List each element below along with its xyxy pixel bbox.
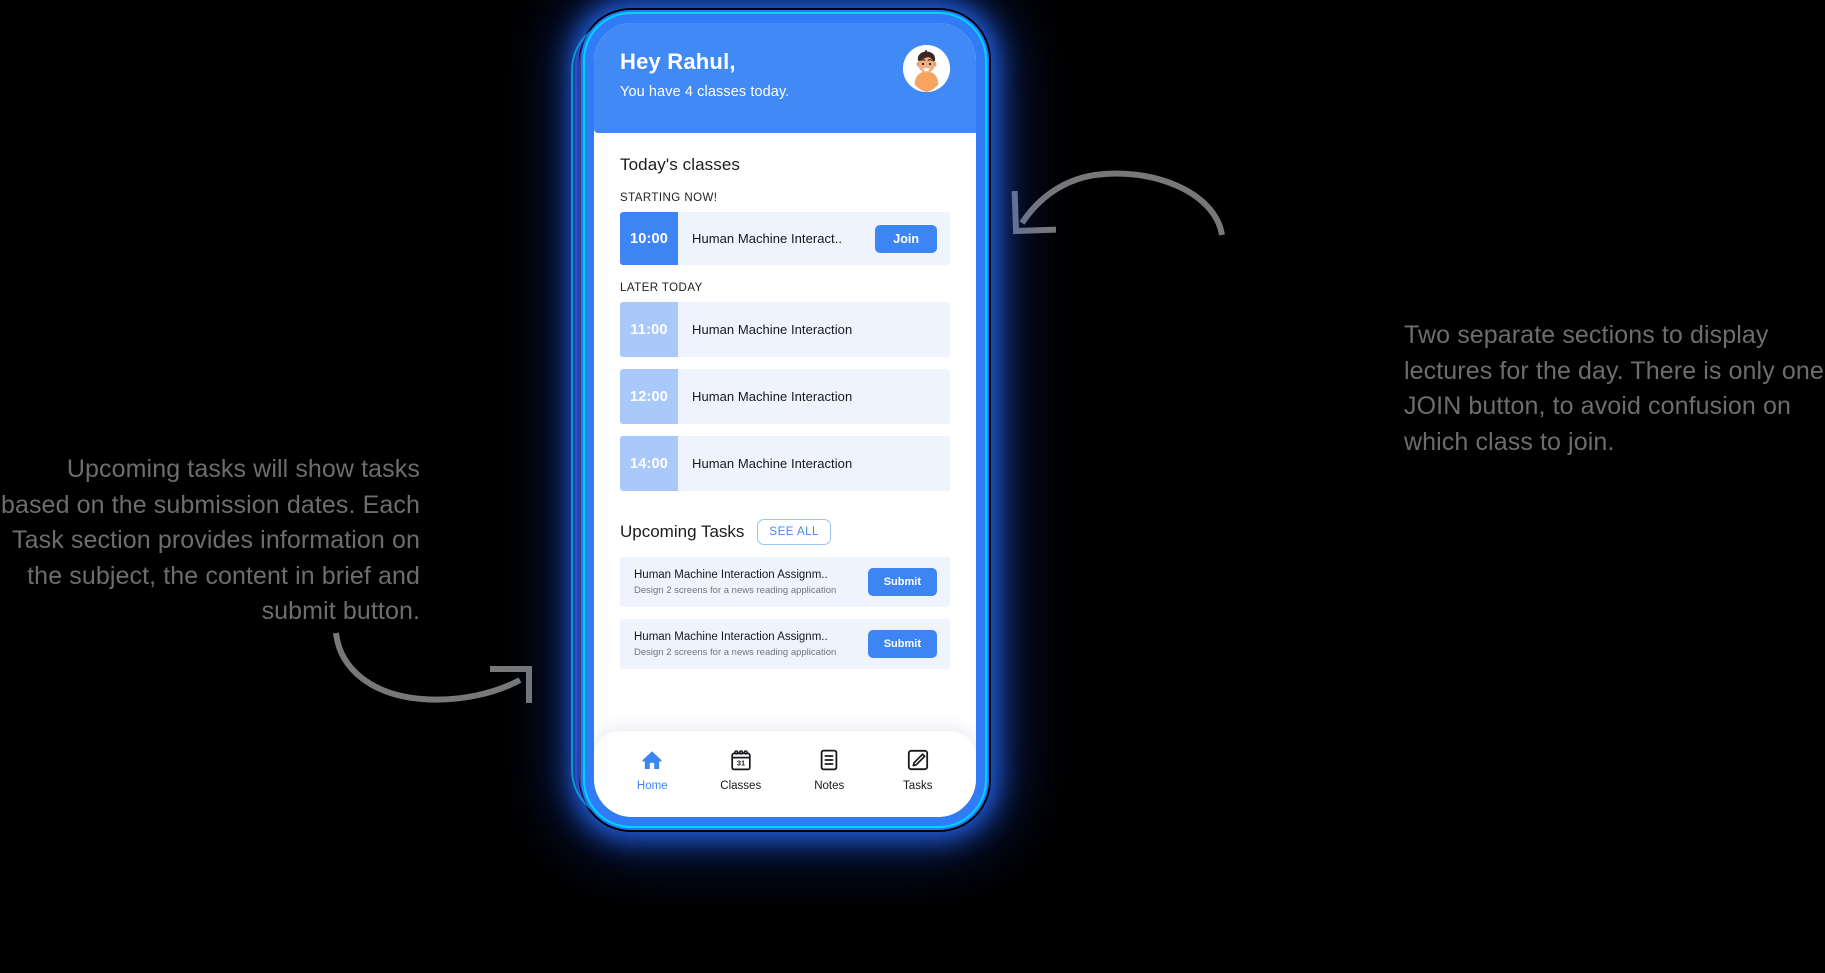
task-card[interactable]: Human Machine Interaction Assignm.. Desi… bbox=[620, 557, 950, 607]
phone-frame: Hey Rahul, You have 4 classes today. Tod… bbox=[585, 14, 985, 826]
nav-label: Notes bbox=[814, 780, 845, 792]
classes-group-later-today: LATER TODAY 11:00 Human Machine Interact… bbox=[620, 282, 950, 491]
task-card[interactable]: Human Machine Interaction Assignm.. Desi… bbox=[620, 619, 950, 669]
app-body: Today's classes STARTING NOW! 10:00 Huma… bbox=[594, 133, 976, 731]
class-row[interactable]: 11:00 Human Machine Interaction bbox=[620, 302, 950, 357]
avatar[interactable] bbox=[903, 45, 950, 92]
bottom-navigation: Home 31 Classes Notes Tasks bbox=[594, 731, 976, 817]
annotation-left-text: Upcoming tasks will show tasks based on … bbox=[0, 455, 420, 625]
class-time-chip: 10:00 bbox=[620, 212, 678, 265]
nav-label: Classes bbox=[720, 780, 762, 792]
class-row-body: Human Machine Interaction bbox=[678, 436, 950, 491]
class-name: Human Machine Interaction bbox=[692, 456, 853, 471]
greeting-block: Hey Rahul, You have 4 classes today. bbox=[620, 45, 789, 100]
phone-screen: Hey Rahul, You have 4 classes today. Tod… bbox=[594, 23, 976, 817]
see-all-button[interactable]: SEE ALL bbox=[757, 519, 831, 545]
screenshot-canvas: Upcoming tasks will show tasks based on … bbox=[0, 0, 1825, 973]
notes-icon bbox=[820, 749, 838, 771]
greeting-subtitle: You have 4 classes today. bbox=[620, 84, 790, 100]
group-label-starting-now: STARTING NOW! bbox=[620, 192, 718, 204]
classes-group-starting-now: STARTING NOW! 10:00 Human Machine Intera… bbox=[620, 192, 950, 265]
nav-label: Tasks bbox=[903, 780, 933, 792]
task-title: Human Machine Interaction Assignm.. bbox=[634, 630, 828, 643]
task-description: Design 2 screens for a news reading appl… bbox=[634, 646, 837, 658]
pencil-icon bbox=[907, 749, 928, 771]
annotation-right-text: Two separate sections to display lecture… bbox=[1404, 321, 1824, 456]
class-name: Human Machine Interaction bbox=[692, 389, 853, 404]
class-name: Human Machine Interact.. bbox=[692, 231, 843, 246]
class-name: Human Machine Interaction bbox=[692, 322, 853, 337]
task-text-block: Human Machine Interaction Assignm.. Desi… bbox=[634, 631, 836, 658]
app-header: Hey Rahul, You have 4 classes today. bbox=[594, 23, 976, 133]
submit-button[interactable]: Submit bbox=[867, 568, 937, 596]
calendar-icon: 31 bbox=[731, 750, 751, 771]
class-row[interactable]: 14:00 Human Machine Interaction bbox=[620, 436, 950, 491]
nav-item-tasks[interactable]: Tasks bbox=[883, 748, 953, 792]
tasks-header: Upcoming Tasks SEE ALL bbox=[620, 519, 950, 545]
nav-item-home[interactable]: Home bbox=[617, 748, 687, 792]
home-icon bbox=[642, 751, 662, 769]
task-description: Design 2 screens for a news reading appl… bbox=[634, 584, 837, 596]
annotation-arrow-right bbox=[1011, 170, 1225, 236]
group-label-later-today: LATER TODAY bbox=[620, 282, 703, 294]
nav-item-classes[interactable]: 31 Classes bbox=[706, 748, 776, 792]
nav-label: Home bbox=[636, 780, 668, 792]
task-text-block: Human Machine Interaction Assignm.. Desi… bbox=[634, 569, 836, 596]
nav-item-notes[interactable]: Notes bbox=[794, 748, 864, 792]
svg-text:31: 31 bbox=[737, 759, 745, 768]
class-time-chip: 11:00 bbox=[620, 302, 678, 357]
class-row[interactable]: 10:00 Human Machine Interact.. Join bbox=[620, 212, 950, 265]
class-time-chip: 14:00 bbox=[620, 436, 678, 491]
class-row-body: Human Machine Interaction bbox=[678, 302, 950, 357]
class-row[interactable]: 12:00 Human Machine Interaction bbox=[620, 369, 950, 424]
tasks-section-title: Upcoming Tasks bbox=[620, 522, 745, 541]
class-time-chip: 12:00 bbox=[620, 369, 678, 424]
classes-section-title: Today's classes bbox=[620, 155, 741, 174]
submit-button[interactable]: Submit bbox=[867, 630, 937, 658]
class-row-body: Human Machine Interaction bbox=[678, 369, 950, 424]
user-avatar-icon bbox=[903, 45, 950, 92]
task-title: Human Machine Interaction Assignm.. bbox=[634, 568, 828, 581]
greeting-title: Hey Rahul, bbox=[620, 49, 736, 74]
phone-mockup: Hey Rahul, You have 4 classes today. Tod… bbox=[571, 14, 985, 826]
join-button[interactable]: Join bbox=[875, 224, 937, 253]
class-row-body: Human Machine Interact.. Join bbox=[678, 212, 950, 265]
annotation-arrow-left bbox=[333, 632, 532, 703]
